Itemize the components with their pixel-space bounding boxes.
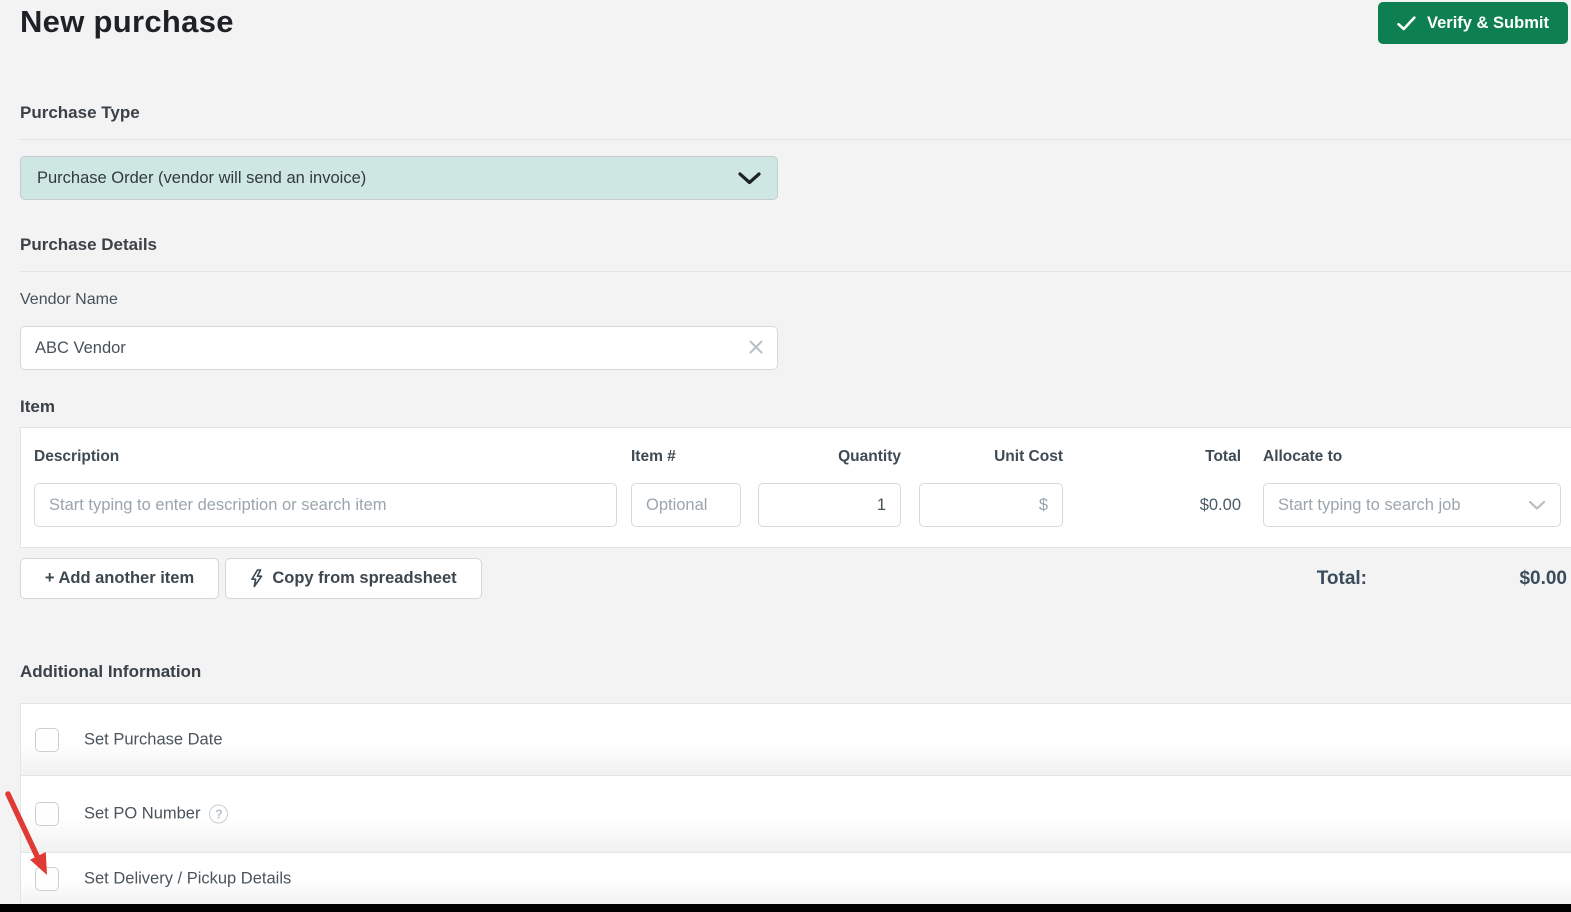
grand-total-label: Total: [1316,568,1367,589]
bottom-black-bar [0,904,1571,912]
additional-information-heading: Additional Information [20,662,202,681]
column-header-description: Description [34,448,120,465]
row-total-value: $0.00 [1199,496,1241,514]
set-po-number-checkbox[interactable] [35,802,59,826]
item-number-input[interactable] [631,483,741,527]
clear-icon[interactable] [748,339,764,360]
unit-cost-input[interactable] [919,483,1063,527]
check-icon [1397,15,1416,31]
section-divider [20,271,1571,272]
allocate-to-placeholder: Start typing to search job [1278,495,1461,514]
column-header-item-number: Item # [631,448,676,465]
unit-cost-cell [919,483,1063,527]
description-input[interactable] [34,483,617,527]
vendor-name-label: Vendor Name [20,291,118,308]
copy-from-spreadsheet-button[interactable]: Copy from spreadsheet [225,558,482,599]
additional-options-card: Set Purchase Date Set PO Number ? Set De… [20,703,1571,904]
section-divider [20,139,1571,140]
purchase-details-heading: Purchase Details [20,235,158,254]
set-purchase-date-label: Set Purchase Date [84,730,223,748]
purchase-type-heading: Purchase Type [20,103,140,122]
item-table-card: Description Item # Quantity Unit Cost To… [20,427,1571,548]
set-delivery-pickup-label: Set Delivery / Pickup Details [84,869,292,888]
allocate-to-select[interactable]: Start typing to search job [1263,483,1561,527]
set-delivery-pickup-checkbox[interactable] [35,867,59,891]
option-row-set-po-number[interactable]: Set PO Number ? [21,776,1571,853]
new-purchase-page: New purchase Verify & Submit Purchase Ty… [0,0,1571,912]
grand-total-value: $0.00 [1519,568,1567,589]
quantity-input[interactable] [758,483,901,527]
add-another-item-button[interactable]: + Add another item [20,558,219,599]
set-po-number-label-text: Set PO Number [84,804,201,823]
option-row-set-purchase-date[interactable]: Set Purchase Date [21,704,1571,776]
item-number-cell [631,483,741,527]
column-header-allocate-to: Allocate to [1263,448,1343,465]
help-icon[interactable]: ? [209,804,229,824]
option-row-set-delivery-pickup[interactable]: Set Delivery / Pickup Details [21,853,1571,904]
table-row [34,483,617,527]
copy-from-spreadsheet-label: Copy from spreadsheet [272,569,457,587]
purchase-type-select[interactable]: Purchase Order (vendor will send an invo… [20,156,778,200]
set-po-number-label: Set PO Number ? [84,804,229,824]
item-heading: Item [20,397,55,416]
quantity-cell [758,483,901,527]
chevron-down-icon [738,171,761,185]
vendor-name-input[interactable] [20,326,778,370]
set-purchase-date-checkbox[interactable] [35,727,59,752]
add-another-item-label: + Add another item [44,569,195,587]
page-title: New purchase [20,4,234,39]
chevron-down-icon [1528,500,1546,511]
purchase-type-selected-value: Purchase Order (vendor will send an invo… [37,168,367,187]
vendor-name-field-wrap [20,326,778,370]
column-header-unit-cost: Unit Cost [994,448,1063,465]
column-header-quantity: Quantity [838,448,901,465]
lightning-icon [250,569,263,588]
verify-submit-button[interactable]: Verify & Submit [1378,2,1568,44]
verify-submit-label: Verify & Submit [1427,13,1549,32]
column-header-total: Total [1205,448,1241,465]
